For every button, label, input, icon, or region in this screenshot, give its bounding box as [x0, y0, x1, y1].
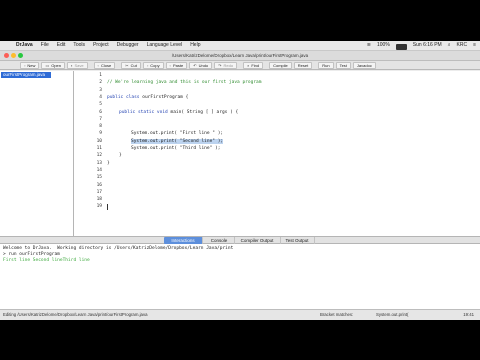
- paste-icon: ▫: [169, 62, 171, 68]
- battery-percent: 100%: [377, 42, 390, 48]
- toolbar: ▫ New ▭ Open ▪ Save ▫ Close ✂ Cut ▫ Copy ▫ Past…: [0, 61, 480, 70]
- reset-button[interactable]: Reset: [293, 61, 313, 69]
- close-window-button[interactable]: [4, 53, 9, 58]
- save-icon: ▪: [71, 62, 73, 68]
- menu-help[interactable]: Help: [190, 41, 200, 50]
- code-print-line-3: System.out.print( "Third line" );: [131, 146, 221, 151]
- code-class-name: ourFirstProgram {: [142, 94, 189, 100]
- line-number: 1: [99, 73, 102, 78]
- paste-button[interactable]: ▫ Paste: [165, 61, 188, 69]
- code-main-signature: main( String [ ] args ) {: [170, 109, 239, 115]
- line-number: 13: [96, 160, 102, 166]
- line-number: 3: [99, 87, 102, 93]
- redo-icon: ↷: [218, 62, 222, 68]
- code-class-declaration: public class ourFirstProgram {: [107, 94, 188, 101]
- menu-file[interactable]: File: [41, 41, 49, 50]
- interactions-output: First line Second lineThird line: [3, 258, 90, 263]
- menu-edit[interactable]: Edit: [57, 41, 66, 50]
- tab-test-output[interactable]: Test Output: [280, 237, 315, 244]
- status-cursor-position: 19:41: [463, 312, 474, 317]
- new-file-icon: ▫: [24, 62, 26, 68]
- open-folder-icon: ▭: [45, 62, 50, 68]
- minimize-window-button[interactable]: [11, 53, 16, 58]
- code-print-line-2: System.out.print( "Second line" );: [131, 138, 224, 145]
- line-number: 11: [96, 146, 102, 151]
- window-title-bar: /Users/KatrizDelome/Dropbox/Learn Java/p…: [0, 51, 480, 61]
- battery-icon[interactable]: [395, 43, 407, 50]
- line-number: 14: [96, 167, 102, 173]
- javadoc-button[interactable]: Javadoc: [352, 61, 376, 69]
- line-number: 12: [96, 153, 102, 159]
- line-number: 19: [96, 204, 102, 210]
- clock[interactable]: Sun 6:16 PM: [413, 41, 442, 50]
- line-number-gutter: 1 2 3 4 5 6 7 8 9 10 11 12 13 14 15 16 1…: [74, 71, 104, 236]
- wifi-icon[interactable]: ≋: [367, 41, 371, 50]
- code-close-brace: }: [107, 160, 110, 166]
- close-icon: ▫: [97, 62, 99, 68]
- code-selection: System.out.print( "Second line" );: [131, 138, 224, 144]
- status-bar: Editing /Users/KatrizDelome/Dropbox/Lear…: [0, 309, 480, 320]
- tab-compiler-output[interactable]: Compiler Output: [234, 237, 281, 244]
- window-title: /Users/KatrizDelome/Dropbox/Learn Java/p…: [171, 53, 309, 58]
- bottom-tabs: Interactions Console Compiler Output Tes…: [0, 236, 480, 244]
- line-number: 15: [96, 175, 102, 181]
- new-button[interactable]: ▫ New: [20, 61, 40, 69]
- status-editing-path: Editing /Users/KatrizDelome/Dropbox/Lear…: [3, 312, 148, 317]
- code-keyword: public class: [107, 94, 140, 100]
- line-number: 9: [99, 131, 102, 137]
- menu-drjava[interactable]: DrJava: [16, 41, 33, 50]
- line-number: 8: [99, 124, 102, 130]
- interactions-pane[interactable]: Welcome to DrJava. Working directory is …: [0, 244, 480, 309]
- status-bracket-label: Bracket matches:: [320, 312, 354, 317]
- code-keyword: public static void: [119, 109, 168, 115]
- zoom-window-button[interactable]: [18, 53, 23, 58]
- test-button[interactable]: Test: [335, 61, 351, 69]
- copy-icon: ▫: [146, 62, 149, 68]
- find-button[interactable]: ⌕ Find: [243, 61, 264, 69]
- file-sidebar: ourFirstProgram.java: [0, 71, 74, 236]
- line-number: 18: [96, 197, 102, 203]
- sidebar-file-ourfirstprogram[interactable]: ourFirstProgram.java: [1, 72, 51, 78]
- code-close-brace: }: [119, 153, 122, 159]
- code-main-declaration: public static void main( String [ ] args…: [119, 109, 238, 116]
- text-cursor: [107, 204, 108, 210]
- line-number: 6: [99, 109, 102, 115]
- line-number: 4: [99, 94, 102, 100]
- cut-icon: ✂: [125, 62, 129, 68]
- menu-project[interactable]: Project: [93, 41, 109, 50]
- menu-list-icon[interactable]: ≡: [473, 41, 476, 50]
- cut-button[interactable]: ✂ Cut: [121, 61, 141, 69]
- status-bracket-symbol: System.out.print(: [376, 312, 409, 317]
- open-button[interactable]: ▭ Open: [41, 61, 66, 69]
- compile-button[interactable]: Compile: [269, 61, 292, 69]
- user-name[interactable]: KRC: [457, 41, 468, 50]
- menu-debugger[interactable]: Debugger: [117, 41, 139, 50]
- run-button[interactable]: Run: [318, 61, 334, 69]
- code-editor[interactable]: 1 2 3 4 5 6 7 8 9 10 11 12 13 14 15 16 1…: [74, 71, 480, 236]
- undo-button[interactable]: ↶ Undo: [189, 61, 213, 69]
- drjava-screen: DrJava File Edit Tools Project Debugger …: [0, 41, 480, 320]
- code-comment: // We're learning java and this is our f…: [107, 80, 262, 86]
- line-number: 17: [96, 189, 102, 195]
- copy-button[interactable]: ▫ Copy: [142, 61, 164, 69]
- tab-console[interactable]: Console: [204, 237, 235, 244]
- menu-bar: DrJava File Edit Tools Project Debugger …: [0, 41, 480, 51]
- close-button[interactable]: ▫ Close: [93, 61, 116, 69]
- save-button[interactable]: ▪ Save: [67, 61, 88, 69]
- line-number: 10: [96, 138, 102, 144]
- menu-language-level[interactable]: Language Level: [147, 41, 183, 50]
- redo-button[interactable]: ↷ Redo: [214, 61, 238, 69]
- menu-tools[interactable]: Tools: [73, 41, 85, 50]
- line-number: 16: [96, 182, 102, 188]
- line-number: 7: [99, 116, 102, 122]
- undo-icon: ↶: [193, 62, 197, 68]
- search-icon[interactable]: ⌕: [448, 41, 451, 50]
- line-number: 2: [99, 80, 102, 86]
- line-number: 5: [99, 102, 102, 108]
- tab-interactions[interactable]: Interactions: [164, 237, 203, 244]
- code-print-line-1: System.out.print( "First line " );: [131, 131, 224, 137]
- find-icon: ⌕: [247, 62, 250, 68]
